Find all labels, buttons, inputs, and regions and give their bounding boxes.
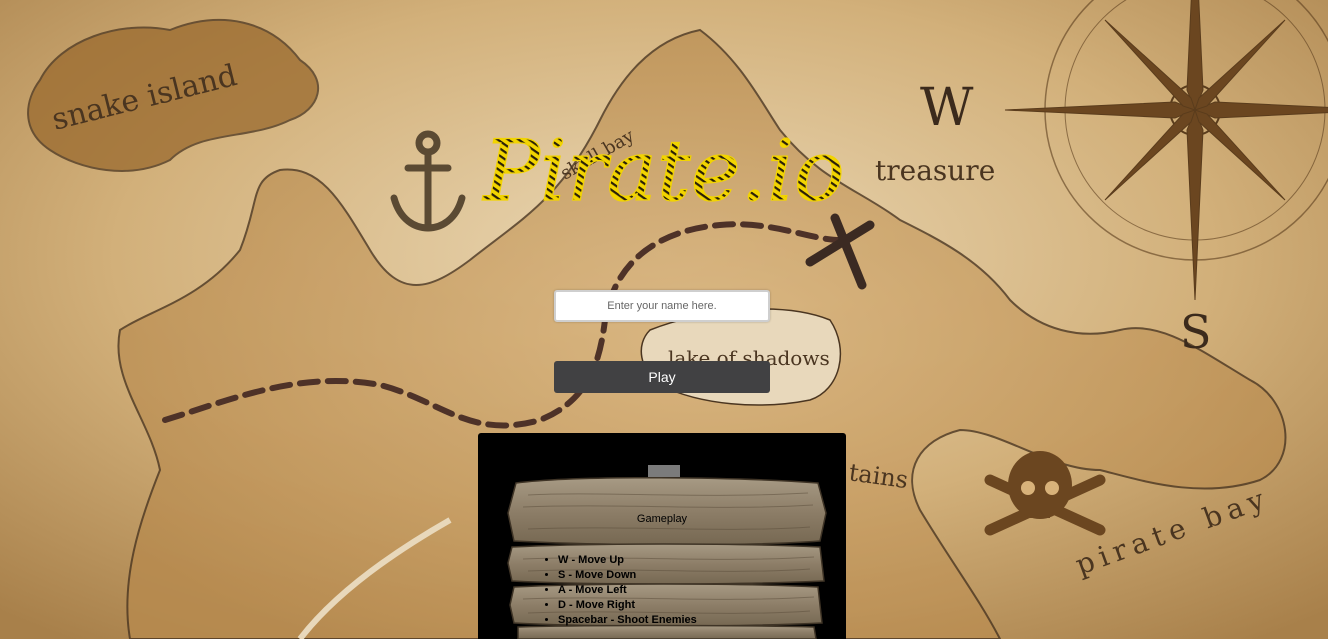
control-item-move-down: S - Move Down [558,568,697,583]
map-label-treasure: treasure [875,154,995,187]
controls-list: W - Move Up S - Move Down A - Move Left … [540,553,697,628]
instructions-heading: Gameplay [636,513,688,525]
instructions-panel: Gameplay W - Move Up S - Move Down A - M… [478,433,846,639]
control-item-move-up: W - Move Up [558,553,697,568]
play-button[interactable]: Play [554,361,770,393]
game-logo-text: Pirate.io [481,122,844,220]
compass-label-s: S [1180,305,1212,359]
control-item-move-right: D - Move Right [558,598,697,613]
compass-label-w: W [920,78,974,138]
control-item-shoot: Spacebar - Shoot Enemies [558,613,697,628]
control-item-move-left: A - Move Left [558,583,697,598]
game-logo: Pirate.io [481,121,845,220]
player-name-input[interactable] [554,290,770,322]
